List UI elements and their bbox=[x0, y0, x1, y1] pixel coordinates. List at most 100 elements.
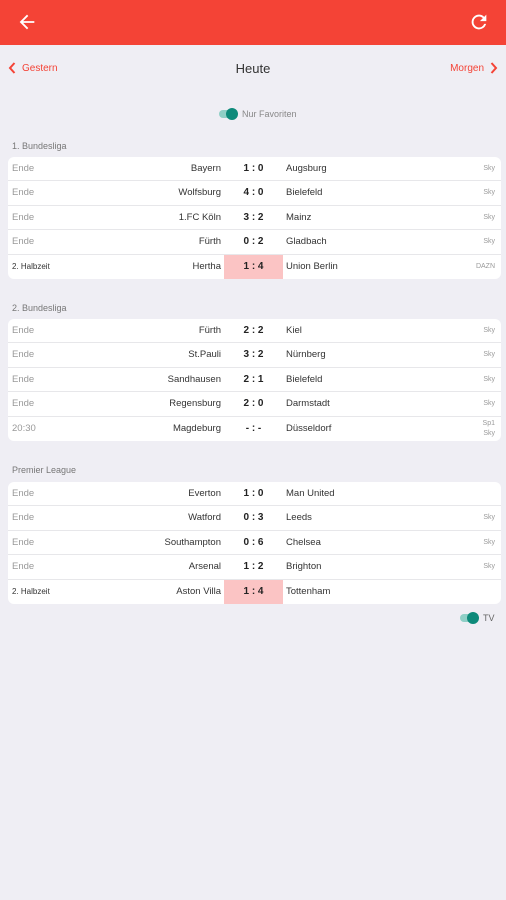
tv-channel: Sky bbox=[483, 563, 495, 571]
tv-channel: Sky bbox=[483, 400, 495, 408]
tv-channel: Sky bbox=[483, 189, 495, 197]
home-team: Aston Villa bbox=[176, 585, 221, 597]
away-team: Darmstadt bbox=[286, 398, 330, 410]
favorites-filter: Nur Favoriten bbox=[218, 108, 297, 120]
match-status: Ende bbox=[12, 187, 35, 199]
match-score: 1 : 0 bbox=[243, 488, 264, 499]
match-row[interactable]: Ende Regensburg 2 : 0 Darmstadt Sky bbox=[8, 392, 501, 417]
match-status: Ende bbox=[12, 325, 35, 336]
match-score: 3 : 2 bbox=[243, 349, 264, 361]
home-team: St.Pauli bbox=[188, 349, 221, 361]
match-row[interactable]: Ende Fürth 0 : 2 Gladbach Sky bbox=[8, 230, 501, 255]
match-row[interactable]: Ende Fürth 2 : 2 Kiel Sky bbox=[8, 319, 501, 344]
away-team: Augsburg bbox=[286, 163, 327, 174]
match-score: 4 : 0 bbox=[243, 187, 264, 199]
next-day-label: Morgen bbox=[450, 62, 484, 74]
away-team: Man United bbox=[286, 488, 335, 499]
tv-channel: Sky bbox=[483, 514, 495, 522]
tv-channel: Sp1 bbox=[482, 419, 495, 427]
away-team: Gladbach bbox=[286, 236, 327, 248]
home-team: Fürth bbox=[198, 325, 221, 336]
favorites-label: Nur Favoriten bbox=[242, 109, 297, 119]
match-row[interactable]: Ende Arsenal 1 : 2 Brighton Sky bbox=[8, 555, 501, 580]
tv-channel: Sky bbox=[483, 238, 495, 246]
league-card: Ende Everton 1 : 0 Man United Ende Watford 0 :… bbox=[8, 482, 501, 604]
tv-channels: Sp1 Sky bbox=[483, 419, 495, 439]
match-row[interactable]: Ende Southampton 0 : 6 Chelsea Sky bbox=[8, 531, 501, 556]
tv-toggle[interactable] bbox=[459, 612, 479, 624]
match-row[interactable]: Ende Sandhausen 2 : 1 Bielefeld Sky bbox=[8, 368, 501, 393]
match-score: 2 : 2 bbox=[243, 325, 264, 336]
home-team: Regensburg bbox=[169, 398, 221, 410]
back-arrow-icon[interactable] bbox=[16, 11, 38, 33]
away-team: Tottenham bbox=[286, 585, 331, 597]
league-card: Ende Fürth 2 : 2 Kiel Sky Ende St.Pauli 3 : 2 Nü… bbox=[8, 319, 501, 441]
away-team: Brighton bbox=[286, 561, 322, 573]
home-team: 1.FC Köln bbox=[178, 211, 221, 223]
match-status: Ende bbox=[12, 163, 35, 174]
home-team: Southampton bbox=[164, 536, 221, 548]
tv-channel: Sky bbox=[483, 351, 495, 359]
match-score: 0 : 3 bbox=[243, 512, 264, 524]
match-row[interactable]: Ende Wolfsburg 4 : 0 Bielefeld Sky bbox=[8, 181, 501, 206]
chevron-right-icon bbox=[490, 62, 498, 74]
tv-channel: Sky bbox=[483, 327, 495, 334]
match-score: 2 : 1 bbox=[243, 373, 264, 385]
tv-channel: Sky bbox=[483, 538, 495, 546]
tv-channel: Sky bbox=[483, 375, 495, 383]
match-status: Ende bbox=[12, 536, 35, 548]
league-title: 1. Bundesliga bbox=[12, 141, 67, 151]
home-team: Magdeburg bbox=[172, 422, 221, 434]
away-team: Kiel bbox=[286, 325, 302, 336]
next-day-button[interactable]: Morgen bbox=[450, 62, 498, 74]
match-score: 3 : 2 bbox=[243, 211, 264, 223]
match-status: 20:30 bbox=[12, 422, 36, 434]
refresh-icon[interactable] bbox=[468, 11, 490, 33]
league-title: 2. Bundesliga bbox=[12, 303, 67, 313]
match-status: Ende bbox=[12, 561, 35, 573]
match-score: - : - bbox=[245, 422, 262, 434]
tv-filter: TV bbox=[459, 612, 495, 624]
league-card: Ende Bayern 1 : 0 Augsburg Sky Ende Wolfsburg 4… bbox=[8, 157, 501, 279]
app-bar bbox=[0, 0, 506, 45]
home-team: Everton bbox=[188, 488, 221, 499]
match-row[interactable]: Ende Bayern 1 : 0 Augsburg Sky bbox=[8, 157, 501, 182]
tv-channel: Sky bbox=[483, 213, 495, 221]
home-team: Watford bbox=[188, 512, 221, 524]
home-team: Arsenal bbox=[188, 561, 221, 573]
day-title: Heute bbox=[235, 61, 271, 76]
match-status: Ende bbox=[12, 373, 35, 385]
day-navigation: Gestern Heute Morgen bbox=[0, 58, 506, 82]
match-row[interactable]: Ende St.Pauli 3 : 2 Nürnberg Sky bbox=[8, 343, 501, 368]
match-row[interactable]: Ende 1.FC Köln 3 : 2 Mainz Sky bbox=[8, 206, 501, 231]
match-status: Ende bbox=[12, 349, 35, 361]
match-row[interactable]: 2. Halbzeit Aston Villa 1 : 4 Tottenham bbox=[8, 579, 501, 604]
match-status: 2. Halbzeit bbox=[12, 586, 50, 596]
home-team: Fürth bbox=[198, 236, 221, 248]
away-team: Mainz bbox=[286, 211, 312, 223]
match-score: 1 : 4 bbox=[224, 254, 283, 279]
match-status: Ende bbox=[12, 236, 35, 248]
favorites-toggle[interactable] bbox=[218, 108, 238, 120]
match-row[interactable]: Ende Everton 1 : 0 Man United bbox=[8, 482, 501, 507]
match-status: Ende bbox=[12, 488, 35, 499]
match-status: Ende bbox=[12, 211, 35, 223]
away-team: Bielefeld bbox=[286, 187, 323, 199]
tv-channel: DAZN bbox=[475, 262, 495, 270]
tv-channel: Sky bbox=[483, 429, 495, 437]
tv-channel: Sky bbox=[483, 165, 495, 172]
match-row[interactable]: 2. Halbzeit Hertha 1 : 4 Union Berlin DAZN bbox=[8, 254, 501, 279]
home-team: Hertha bbox=[192, 260, 221, 272]
toggle-knob bbox=[467, 612, 479, 624]
match-score: 0 : 2 bbox=[243, 236, 264, 248]
away-team: Chelsea bbox=[286, 536, 321, 548]
match-status: Ende bbox=[12, 512, 35, 524]
match-score: 1 : 4 bbox=[224, 579, 283, 604]
home-team: Bayern bbox=[190, 163, 221, 174]
away-team: Leeds bbox=[286, 512, 312, 524]
match-row[interactable]: 20:30 Magdeburg - : - Düsseldorf Sp1 Sky bbox=[8, 417, 501, 441]
away-team: Düsseldorf bbox=[286, 422, 332, 434]
match-row[interactable]: Ende Watford 0 : 3 Leeds Sky bbox=[8, 506, 501, 531]
match-status: 2. Halbzeit bbox=[12, 261, 50, 271]
match-score: 2 : 0 bbox=[243, 398, 264, 410]
